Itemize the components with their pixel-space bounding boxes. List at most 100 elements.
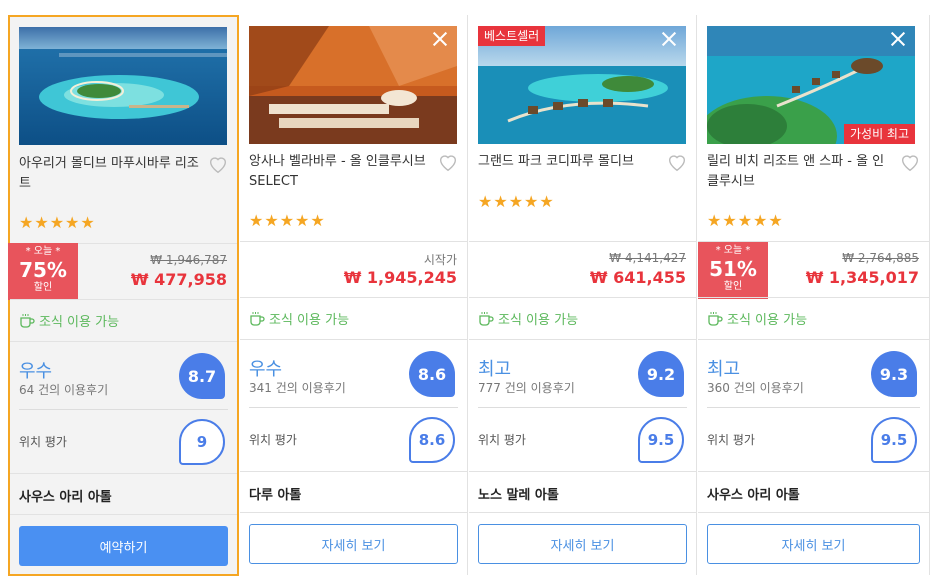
close-icon[interactable] <box>431 30 449 48</box>
review-count[interactable]: 341 건의 이용후기 <box>249 379 346 396</box>
sale-price: ₩ 1,945,245 <box>343 268 457 287</box>
divider <box>698 512 929 513</box>
original-price: ₩ 2,764,885 <box>842 251 919 265</box>
close-icon[interactable] <box>889 30 907 48</box>
location-rating-label: 위치 평가 <box>249 433 297 447</box>
heart-icon[interactable] <box>437 151 459 173</box>
discount-percent: 75% <box>19 258 67 282</box>
hotel-area: 노스 말레 아톨 <box>478 488 559 503</box>
sale-price: ₩ 1,345,017 <box>805 268 919 287</box>
star-rating: ★★★★★ <box>707 211 784 230</box>
divider <box>698 297 929 298</box>
hotel-photo[interactable]: 가성비 최고 <box>707 26 915 144</box>
review-count[interactable]: 777 건의 이용후기 <box>478 379 575 396</box>
divider <box>707 407 920 408</box>
divider <box>240 471 467 472</box>
divider <box>478 407 687 408</box>
view-details-button[interactable]: 자세히 보기 <box>478 524 687 564</box>
breakfast-info: 조식 이용 가능 <box>707 309 807 328</box>
location-rating-label: 위치 평가 <box>478 433 526 447</box>
rating-word: 우수 <box>19 361 53 382</box>
star-rating: ★★★★★ <box>249 211 326 230</box>
discount-today-label: * 오늘 * <box>715 245 751 256</box>
view-details-button[interactable]: 자세히 보기 <box>249 524 458 564</box>
hotel-area: 사우스 아리 아톨 <box>707 488 800 503</box>
divider <box>469 297 696 298</box>
divider <box>698 339 929 340</box>
breakfast-info: 조식 이용 가능 <box>249 309 349 328</box>
sale-price: ₩ 477,958 <box>130 270 227 289</box>
divider <box>698 471 929 472</box>
discount-off-label: 할인 <box>723 281 743 292</box>
original-price: ₩ 4,141,427 <box>609 251 686 265</box>
divider <box>249 407 458 408</box>
hotel-card[interactable]: 아우리거 몰디브 마푸시바루 리조트 ★★★★★ * 오늘 * 75% 할인 ₩… <box>8 15 239 576</box>
breakfast-label: 조식 이용 가능 <box>727 313 808 328</box>
hotel-name[interactable]: 그랜드 파크 코디파루 몰디브 <box>478 152 658 172</box>
review-score-badge: 9.2 <box>638 351 684 397</box>
divider <box>240 339 467 340</box>
heart-icon[interactable] <box>666 151 688 173</box>
divider <box>19 409 228 410</box>
discount-percent: 51% <box>709 257 757 281</box>
divider <box>10 514 237 515</box>
breakfast-label: 조식 이용 가능 <box>269 313 350 328</box>
hotel-photo[interactable]: 베스트셀러 <box>478 26 686 144</box>
heart-icon[interactable] <box>207 153 229 175</box>
breakfast-label: 조식 이용 가능 <box>39 315 120 330</box>
rating-word: 우수 <box>249 359 283 380</box>
breakfast-info: 조식 이용 가능 <box>478 309 578 328</box>
original-price: ₩ 1,946,787 <box>150 253 227 267</box>
review-score-badge: 8.6 <box>409 351 455 397</box>
divider <box>469 512 696 513</box>
book-button[interactable]: 예약하기 <box>19 526 228 566</box>
hotel-card[interactable]: 앙사나 벨라바루 - 올 인클루시브 SELECT ★★★★★ 시작가 ₩ 1,… <box>240 15 468 575</box>
rating-word: 최고 <box>478 359 512 380</box>
divider <box>240 241 467 242</box>
divider <box>10 299 237 300</box>
review-score-badge: 9.3 <box>871 351 917 397</box>
bestseller-tag: 베스트셀러 <box>478 26 546 46</box>
location-score-badge: 8.6 <box>409 417 455 463</box>
divider <box>240 512 467 513</box>
heart-icon[interactable] <box>899 151 921 173</box>
hotel-name[interactable]: 앙사나 벨라바루 - 올 인클루시브 SELECT <box>249 152 429 192</box>
rating-word: 최고 <box>707 359 741 380</box>
hotel-area: 사우스 아리 아톨 <box>19 490 112 505</box>
review-score-badge: 8.7 <box>179 353 225 399</box>
close-icon[interactable] <box>660 30 678 48</box>
divider <box>240 297 467 298</box>
hotel-area: 다루 아톨 <box>249 488 302 503</box>
star-rating: ★★★★★ <box>19 213 96 232</box>
divider <box>10 341 237 342</box>
discount-badge: * 오늘 * 51% 할인 <box>698 242 768 299</box>
discount-badge: * 오늘 * 75% 할인 <box>8 243 78 300</box>
sale-price: ₩ 641,455 <box>589 268 686 287</box>
hotel-card[interactable]: 가성비 최고 릴리 비치 리조트 앤 스파 - 올 인클루시브 ★★★★★ * … <box>698 15 930 575</box>
star-rating: ★★★★★ <box>478 192 555 211</box>
divider <box>469 241 696 242</box>
location-score-badge: 9.5 <box>871 417 917 463</box>
location-rating-label: 위치 평가 <box>707 433 755 447</box>
divider <box>469 471 696 472</box>
coffee-cup-icon <box>20 313 35 328</box>
coffee-cup-icon <box>479 311 494 326</box>
location-score-badge: 9.5 <box>638 417 684 463</box>
review-count[interactable]: 64 건의 이용후기 <box>19 381 108 398</box>
breakfast-label: 조식 이용 가능 <box>498 313 579 328</box>
hotel-card[interactable]: 베스트셀러 그랜드 파크 코디파루 몰디브 ★★★★★ ₩ 4,141,427 … <box>469 15 697 575</box>
coffee-cup-icon <box>708 311 723 326</box>
review-count[interactable]: 360 건의 이용후기 <box>707 379 804 396</box>
breakfast-info: 조식 이용 가능 <box>19 311 119 330</box>
hotel-name[interactable]: 릴리 비치 리조트 앤 스파 - 올 인클루시브 <box>707 152 887 192</box>
hotel-photo[interactable] <box>249 26 457 144</box>
best-value-tag: 가성비 최고 <box>843 124 915 144</box>
divider <box>10 473 237 474</box>
price-from-label: 시작가 <box>423 253 457 267</box>
hotel-name[interactable]: 아우리거 몰디브 마푸시바루 리조트 <box>19 154 199 194</box>
view-details-button[interactable]: 자세히 보기 <box>707 524 920 564</box>
location-rating-label: 위치 평가 <box>19 435 67 449</box>
discount-off-label: 할인 <box>33 282 53 293</box>
hotel-photo[interactable] <box>19 27 227 145</box>
discount-today-label: * 오늘 * <box>25 246 61 257</box>
